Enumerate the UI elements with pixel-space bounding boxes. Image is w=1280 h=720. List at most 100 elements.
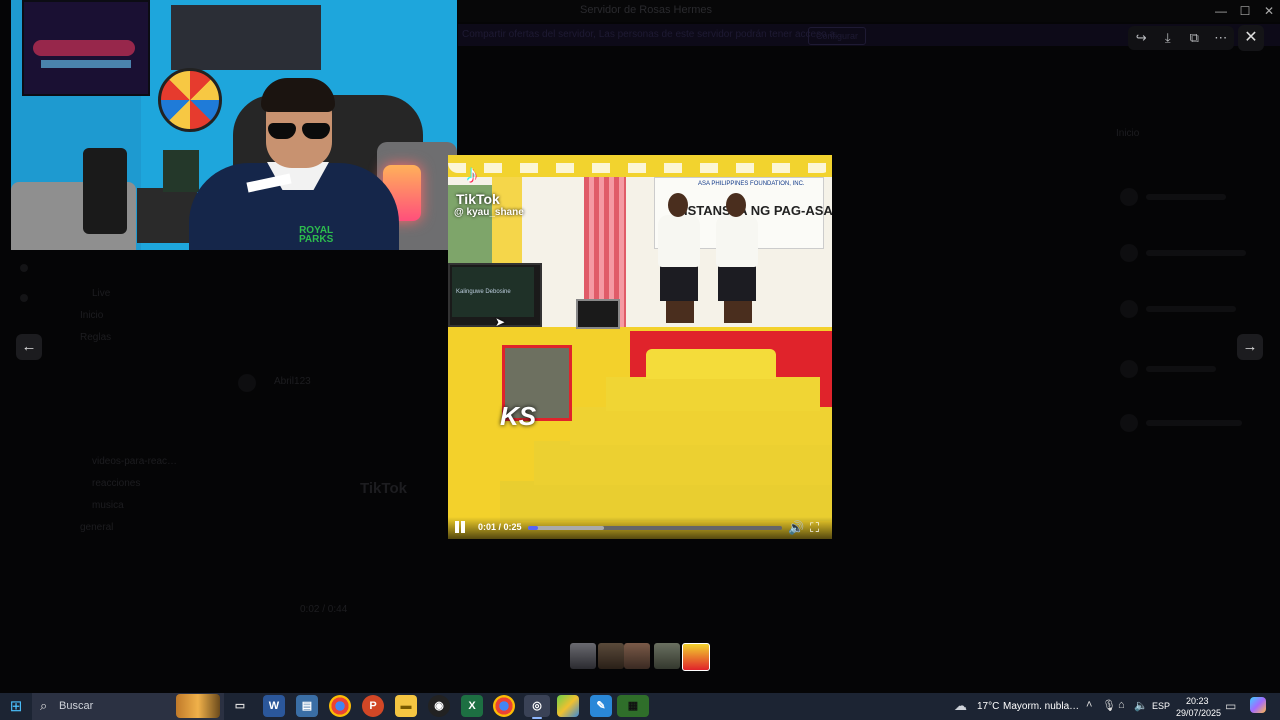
bluestacks-icon[interactable] <box>557 695 579 717</box>
window-close-icon[interactable]: ✕ <box>1258 4 1280 18</box>
video-player[interactable]: ASA PHILIPPINES FOUNDATION, INC. ISTANSY… <box>448 155 832 539</box>
chat-username: Abril123 <box>274 376 311 387</box>
maximize-icon[interactable]: ☐ <box>1234 4 1256 18</box>
speaker-icon[interactable]: 🔈 <box>1134 699 1148 712</box>
media-thumbnail-strip <box>570 643 710 671</box>
open-external-icon[interactable]: ⧉ <box>1184 28 1204 48</box>
media-thumbnail[interactable] <box>598 643 624 669</box>
search-icon: ⌕ <box>40 698 48 713</box>
server-icon <box>20 264 28 272</box>
store-icon[interactable]: ▤ <box>296 695 318 717</box>
chrome-icon[interactable] <box>329 695 351 717</box>
video-progress <box>528 526 538 530</box>
webcam-tv-glow <box>41 60 131 68</box>
chrome-profile-icon[interactable] <box>493 695 515 717</box>
powerpoint-icon[interactable]: P <box>362 695 384 717</box>
member-name <box>1146 366 1216 372</box>
language-indicator[interactable]: ESP <box>1152 701 1170 711</box>
search-placeholder: Buscar <box>59 700 94 712</box>
file-explorer-icon[interactable]: ▬ <box>395 695 417 717</box>
member-avatar <box>1120 244 1138 262</box>
window-title: Servidor de Rosas Hermes <box>580 4 713 16</box>
copilot-icon[interactable] <box>1250 697 1266 713</box>
member-avatar <box>1120 300 1138 318</box>
network-icon[interactable]: ⌂ <box>1118 699 1125 711</box>
server-banner-text: Compartir ofertas del servidor, Las pers… <box>462 29 845 40</box>
chat-video-time: 0:02 / 0:44 <box>300 604 348 615</box>
streamer-hair <box>261 78 335 112</box>
stage-step <box>570 407 832 445</box>
channel-item: Reglas <box>80 332 112 343</box>
pause-icon[interactable] <box>454 521 466 533</box>
channel-item: Live <box>92 288 111 299</box>
channel-item: reacciones <box>92 478 141 489</box>
performer <box>714 193 760 323</box>
member-name <box>1146 420 1242 426</box>
volume-icon[interactable]: 🔊 <box>788 520 804 536</box>
obs-icon[interactable]: ◉ <box>428 695 450 717</box>
webcam-speaker <box>83 148 127 234</box>
member-name <box>1146 194 1226 200</box>
close-viewer-button[interactable]: ✕ <box>1238 25 1264 51</box>
member-name <box>1146 306 1236 312</box>
channel-item: general <box>80 522 114 533</box>
channel-item: Inicio <box>80 310 104 321</box>
video-time: 0:01 / 0:25 <box>478 522 522 532</box>
video-banner-scallop <box>448 163 832 173</box>
more-icon[interactable]: ⋯ <box>1211 28 1231 48</box>
mouse-cursor-icon: ➤ <box>495 315 506 329</box>
previous-media-button[interactable]: ← <box>16 334 42 360</box>
weather-description: Mayorm. nubla… <box>1003 701 1080 712</box>
performer <box>656 193 700 323</box>
stage-step <box>500 481 832 521</box>
clock-time[interactable]: 20:23 <box>1186 696 1209 706</box>
webcam-books <box>163 150 199 192</box>
member-avatar <box>1120 188 1138 206</box>
video-buffered <box>528 526 604 530</box>
video-overlay-text: KS <box>500 401 537 431</box>
webcam-shelf <box>137 188 197 243</box>
download-icon[interactable]: ⤓ <box>1158 28 1178 48</box>
stage-step <box>646 349 776 379</box>
prize-wheel <box>158 68 222 132</box>
fullscreen-icon[interactable]: ⛶ <box>810 520 819 536</box>
media-thumbnail[interactable] <box>654 643 680 669</box>
webcam-wall-art <box>171 5 321 70</box>
chat-tiktok-embed: TikTok <box>360 480 407 497</box>
stage-step <box>534 441 832 485</box>
media-thumbnail[interactable] <box>570 643 596 669</box>
discord-icon[interactable]: ◎ <box>524 695 550 717</box>
word-icon[interactable]: W <box>263 695 285 717</box>
windows-start-icon[interactable]: ⊞ <box>0 693 32 720</box>
tiktok-watermark: TikTok <box>456 191 500 207</box>
member-name <box>1146 250 1246 256</box>
paint-icon[interactable]: ✎ <box>590 695 612 717</box>
forward-icon[interactable]: ↪ <box>1131 28 1151 48</box>
avatar <box>238 374 256 392</box>
notification-icon[interactable]: ▭ <box>1225 699 1236 713</box>
minecraft-icon[interactable]: ▦ <box>617 695 649 717</box>
active-app-indicator <box>532 717 542 719</box>
media-thumbnail[interactable] <box>624 643 650 669</box>
weather-temperature: 17°C <box>977 701 1000 712</box>
member-badge: Inicio <box>1116 128 1140 139</box>
task-view-icon[interactable]: ▭ <box>229 695 251 717</box>
media-thumbnail-active[interactable] <box>682 643 710 671</box>
tray-overflow-icon[interactable]: ˄ <box>1086 699 1092 711</box>
clock-date[interactable]: 29/07/2025 <box>1176 708 1221 718</box>
weather-icon[interactable]: ☁ <box>954 698 967 714</box>
search-highlight-image <box>176 694 220 718</box>
excel-icon[interactable]: X <box>461 695 483 717</box>
shirt-logo: ROYAL PARKS <box>299 225 334 245</box>
webcam-overlay: ROYAL PARKS <box>11 0 457 250</box>
tiktok-logo-icon: ♪ <box>466 161 478 188</box>
video-laptop <box>576 299 620 329</box>
minimize-icon[interactable]: — <box>1210 4 1232 18</box>
stage-sign-org: ASA PHILIPPINES FOUNDATION, INC. <box>698 181 805 187</box>
next-media-button[interactable]: → <box>1237 334 1263 360</box>
member-avatar <box>1120 360 1138 378</box>
sunglasses <box>266 123 334 141</box>
sunglasses-lens <box>302 123 330 139</box>
microphone-icon[interactable]: 🎙 <box>1102 699 1116 712</box>
server-icon <box>20 294 28 302</box>
